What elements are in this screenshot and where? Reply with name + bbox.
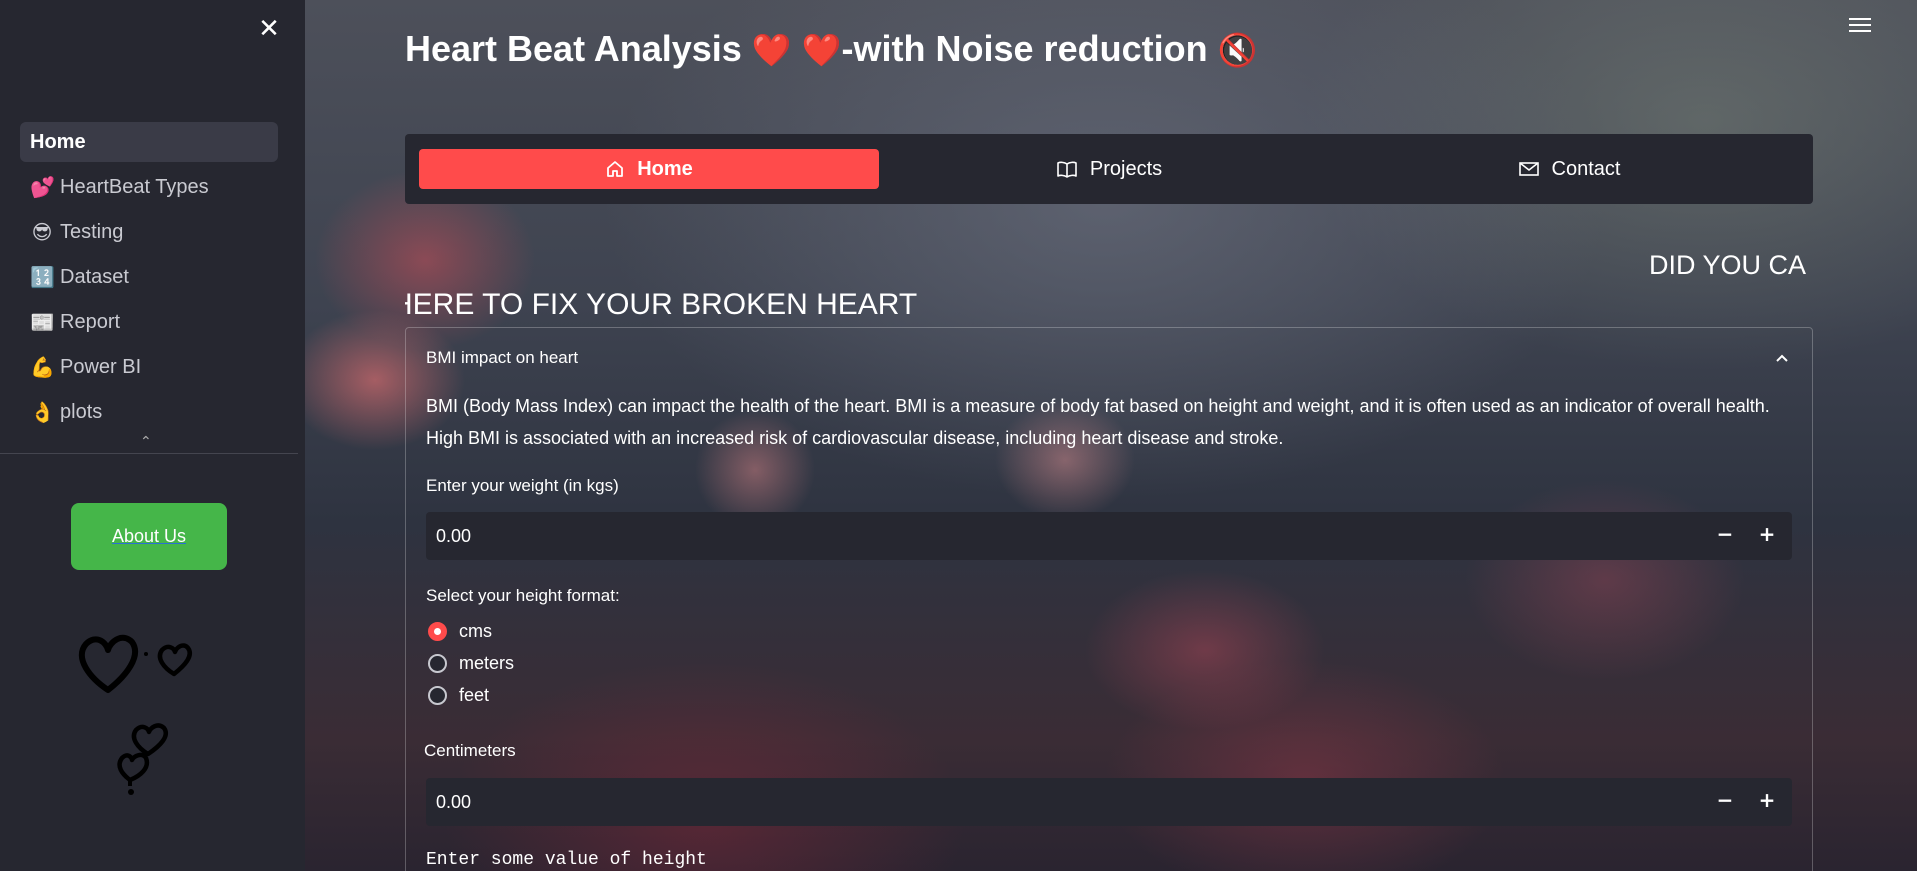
centimeters-label: Centimeters bbox=[424, 741, 516, 760]
centimeters-input[interactable]: 0.00 − + bbox=[426, 778, 1792, 826]
book-icon bbox=[1057, 161, 1077, 178]
radio-feet[interactable]: feet bbox=[428, 685, 489, 706]
sidebar-item-testing[interactable]: 😎 Testing bbox=[20, 212, 278, 252]
heart-outline-icon bbox=[157, 643, 192, 677]
sidebar-divider bbox=[0, 453, 298, 454]
bmi-description: BMI (Body Mass Index) can impact the hea… bbox=[426, 396, 1770, 448]
house-icon bbox=[607, 161, 624, 177]
radio-circle[interactable] bbox=[428, 686, 447, 705]
sidebar-item-home[interactable]: Home bbox=[20, 122, 278, 162]
two-hearts-icon: 💕 bbox=[30, 175, 55, 199]
decrement-button[interactable]: − bbox=[1712, 788, 1738, 816]
about-us-button[interactable]: About Us bbox=[71, 503, 227, 570]
heart-outline-icon bbox=[117, 752, 150, 783]
newspaper-icon: 📰 bbox=[30, 310, 55, 334]
sidebar: ✕ Home 💕 HeartBeat Types 😎 Testing 🔢 Dat… bbox=[0, 0, 305, 871]
increment-button[interactable]: + bbox=[1754, 522, 1780, 550]
increment-button[interactable]: + bbox=[1754, 788, 1780, 816]
sunglasses-face-icon: 😎 bbox=[31, 220, 53, 244]
radio-circle[interactable] bbox=[428, 622, 447, 641]
muted-speaker-icon: 🔇 bbox=[1217, 31, 1258, 69]
ok-hand-icon: 👌 bbox=[30, 400, 55, 424]
sidebar-item-label: Home bbox=[30, 130, 86, 153]
tab-projects[interactable]: Projects bbox=[879, 149, 1339, 189]
sidebar-item-report[interactable]: 📰 Report bbox=[20, 302, 278, 342]
expander-title[interactable]: BMI impact on heart bbox=[426, 348, 578, 368]
heart-outline-icon bbox=[78, 634, 139, 693]
hearts-doodle-icon bbox=[78, 634, 192, 795]
radio-cms[interactable]: cms bbox=[428, 621, 492, 642]
flexed-biceps-icon: 💪 bbox=[30, 355, 55, 379]
close-icon[interactable]: ✕ bbox=[256, 16, 282, 42]
sidebar-item-power-bi[interactable]: 💪 Power BI bbox=[20, 347, 278, 387]
radio-meters[interactable]: meters bbox=[428, 653, 514, 674]
page-title: Heart Beat Analysis ❤️ ❤️-with Noise red… bbox=[405, 28, 1258, 69]
sidebar-item-label: Dataset bbox=[60, 265, 129, 288]
weight-label: Enter your weight (in kgs) bbox=[426, 476, 619, 495]
scrolling-text: HERE TO FIX YOUR BROKEN HEART bbox=[405, 288, 918, 321]
chevron-up-icon[interactable]: ⌃ bbox=[140, 434, 152, 450]
chevron-up-icon[interactable] bbox=[1774, 350, 1790, 366]
red-heart-icon: ❤️ bbox=[751, 31, 792, 69]
main-content: Heart Beat Analysis ❤️ ❤️-with Noise red… bbox=[305, 0, 1917, 871]
numbers-icon: 🔢 bbox=[30, 265, 55, 289]
sidebar-item-label: Power BI bbox=[60, 355, 142, 378]
weight-value[interactable]: 0.00 bbox=[436, 526, 471, 547]
radio-circle[interactable] bbox=[428, 654, 447, 673]
sidebar-item-label: Report bbox=[60, 310, 121, 333]
scrolling-text: DID YOU CA bbox=[1649, 250, 1807, 280]
sidebar-item-label: plots bbox=[60, 400, 103, 423]
weight-input[interactable]: 0.00 − + bbox=[426, 512, 1792, 560]
sidebar-item-dataset[interactable]: 🔢 Dataset bbox=[20, 257, 278, 297]
sidebar-item-label: HeartBeat Types bbox=[60, 175, 209, 198]
height-format-label: Select your height format: bbox=[426, 586, 620, 605]
sidebar-nav: Home 💕 HeartBeat Types 😎 Testing 🔢 Datas… bbox=[20, 122, 278, 437]
tab-home[interactable]: Home bbox=[419, 149, 879, 189]
red-heart-icon: ❤️ bbox=[801, 31, 842, 69]
hamburger-menu-icon[interactable] bbox=[1849, 18, 1871, 36]
decrement-button[interactable]: − bbox=[1712, 522, 1738, 550]
sidebar-item-plots[interactable]: 👌 plots bbox=[20, 392, 278, 432]
sidebar-item-heartbeat-types[interactable]: 💕 HeartBeat Types bbox=[20, 167, 278, 207]
heart-outline-icon bbox=[131, 723, 168, 757]
sidebar-item-label: Testing bbox=[60, 220, 124, 243]
height-message: Enter some value of height bbox=[426, 850, 707, 870]
top-navigation: Home Projects Contact bbox=[405, 134, 1813, 204]
centimeters-value[interactable]: 0.00 bbox=[436, 792, 471, 813]
envelope-icon bbox=[1518, 162, 1539, 176]
tab-contact[interactable]: Contact bbox=[1339, 149, 1799, 189]
bmi-expander: BMI impact on heart BMI (Body Mass Index… bbox=[405, 327, 1813, 871]
